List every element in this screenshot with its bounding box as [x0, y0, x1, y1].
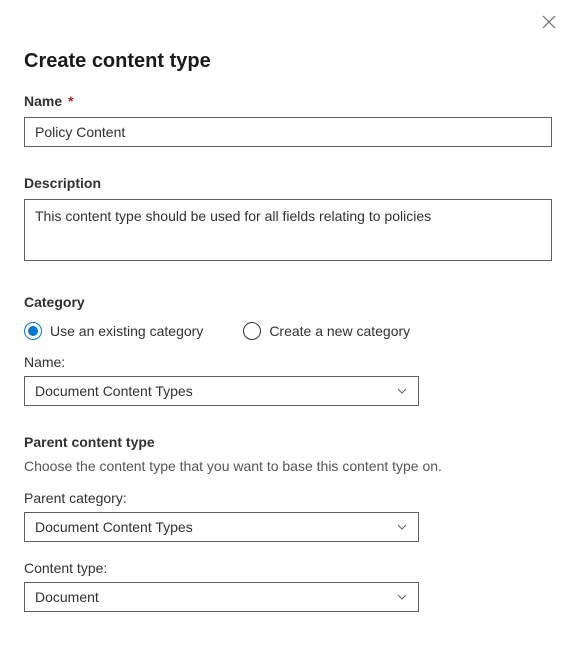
category-name-label: Name: [24, 354, 552, 370]
radio-existing-category[interactable]: Use an existing category [24, 322, 203, 340]
category-radio-group: Use an existing category Create a new ca… [24, 318, 552, 340]
parent-helper-text: Choose the content type that you want to… [24, 458, 552, 474]
parent-category-subsection: Parent category: Document Content Types [24, 490, 552, 542]
name-section: Name * [24, 93, 552, 147]
close-icon [542, 15, 556, 29]
radio-circle-icon [243, 322, 261, 340]
dialog-title: Create content type [24, 50, 552, 73]
parent-category-dropdown[interactable]: Document Content Types [24, 512, 419, 542]
name-label: Name * [24, 93, 552, 109]
name-input[interactable] [24, 117, 552, 147]
parent-category-value: Document Content Types [35, 519, 193, 535]
category-section: Category Use an existing category Create… [24, 294, 552, 406]
parent-section: Parent content type Choose the content t… [24, 434, 552, 612]
close-button[interactable] [540, 14, 558, 32]
radio-dot-icon [28, 326, 38, 336]
required-asterisk: * [68, 93, 73, 109]
content-type-label: Content type: [24, 560, 552, 576]
radio-new-label: Create a new category [269, 323, 410, 339]
chevron-down-icon [396, 591, 408, 603]
parent-category-label: Parent category: [24, 490, 552, 506]
description-label: Description [24, 175, 552, 191]
content-type-value: Document [35, 589, 99, 605]
description-section: Description [24, 175, 552, 266]
category-name-dropdown[interactable]: Document Content Types [24, 376, 419, 406]
content-type-dropdown[interactable]: Document [24, 582, 419, 612]
chevron-down-icon [396, 521, 408, 533]
chevron-down-icon [396, 385, 408, 397]
content-type-subsection: Content type: Document [24, 560, 552, 612]
category-label: Category [24, 294, 552, 310]
category-name-value: Document Content Types [35, 383, 193, 399]
radio-circle-icon [24, 322, 42, 340]
description-input[interactable] [24, 199, 552, 261]
radio-new-category[interactable]: Create a new category [243, 322, 410, 340]
name-label-text: Name [24, 93, 62, 109]
radio-existing-label: Use an existing category [50, 323, 203, 339]
parent-label: Parent content type [24, 434, 552, 450]
